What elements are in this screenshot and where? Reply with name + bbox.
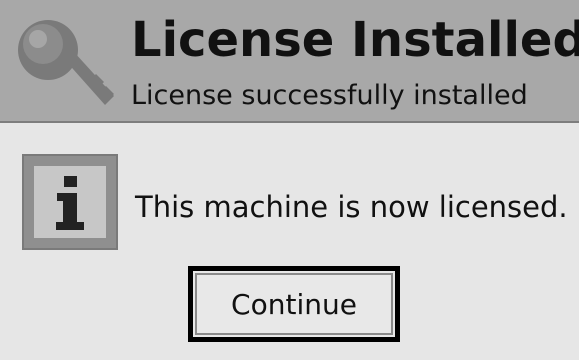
dialog-header: License Installed License successfully i… — [0, 0, 579, 123]
continue-button-label: Continue — [195, 273, 393, 335]
dialog-title: License Installed — [131, 12, 579, 68]
info-icon — [22, 154, 118, 250]
key-icon — [18, 20, 114, 105]
status-message: This machine is now licensed. — [135, 190, 568, 224]
license-dialog: License Installed License successfully i… — [0, 0, 579, 360]
continue-button[interactable]: Continue — [188, 266, 400, 342]
dialog-subtitle: License successfully installed — [131, 80, 528, 111]
